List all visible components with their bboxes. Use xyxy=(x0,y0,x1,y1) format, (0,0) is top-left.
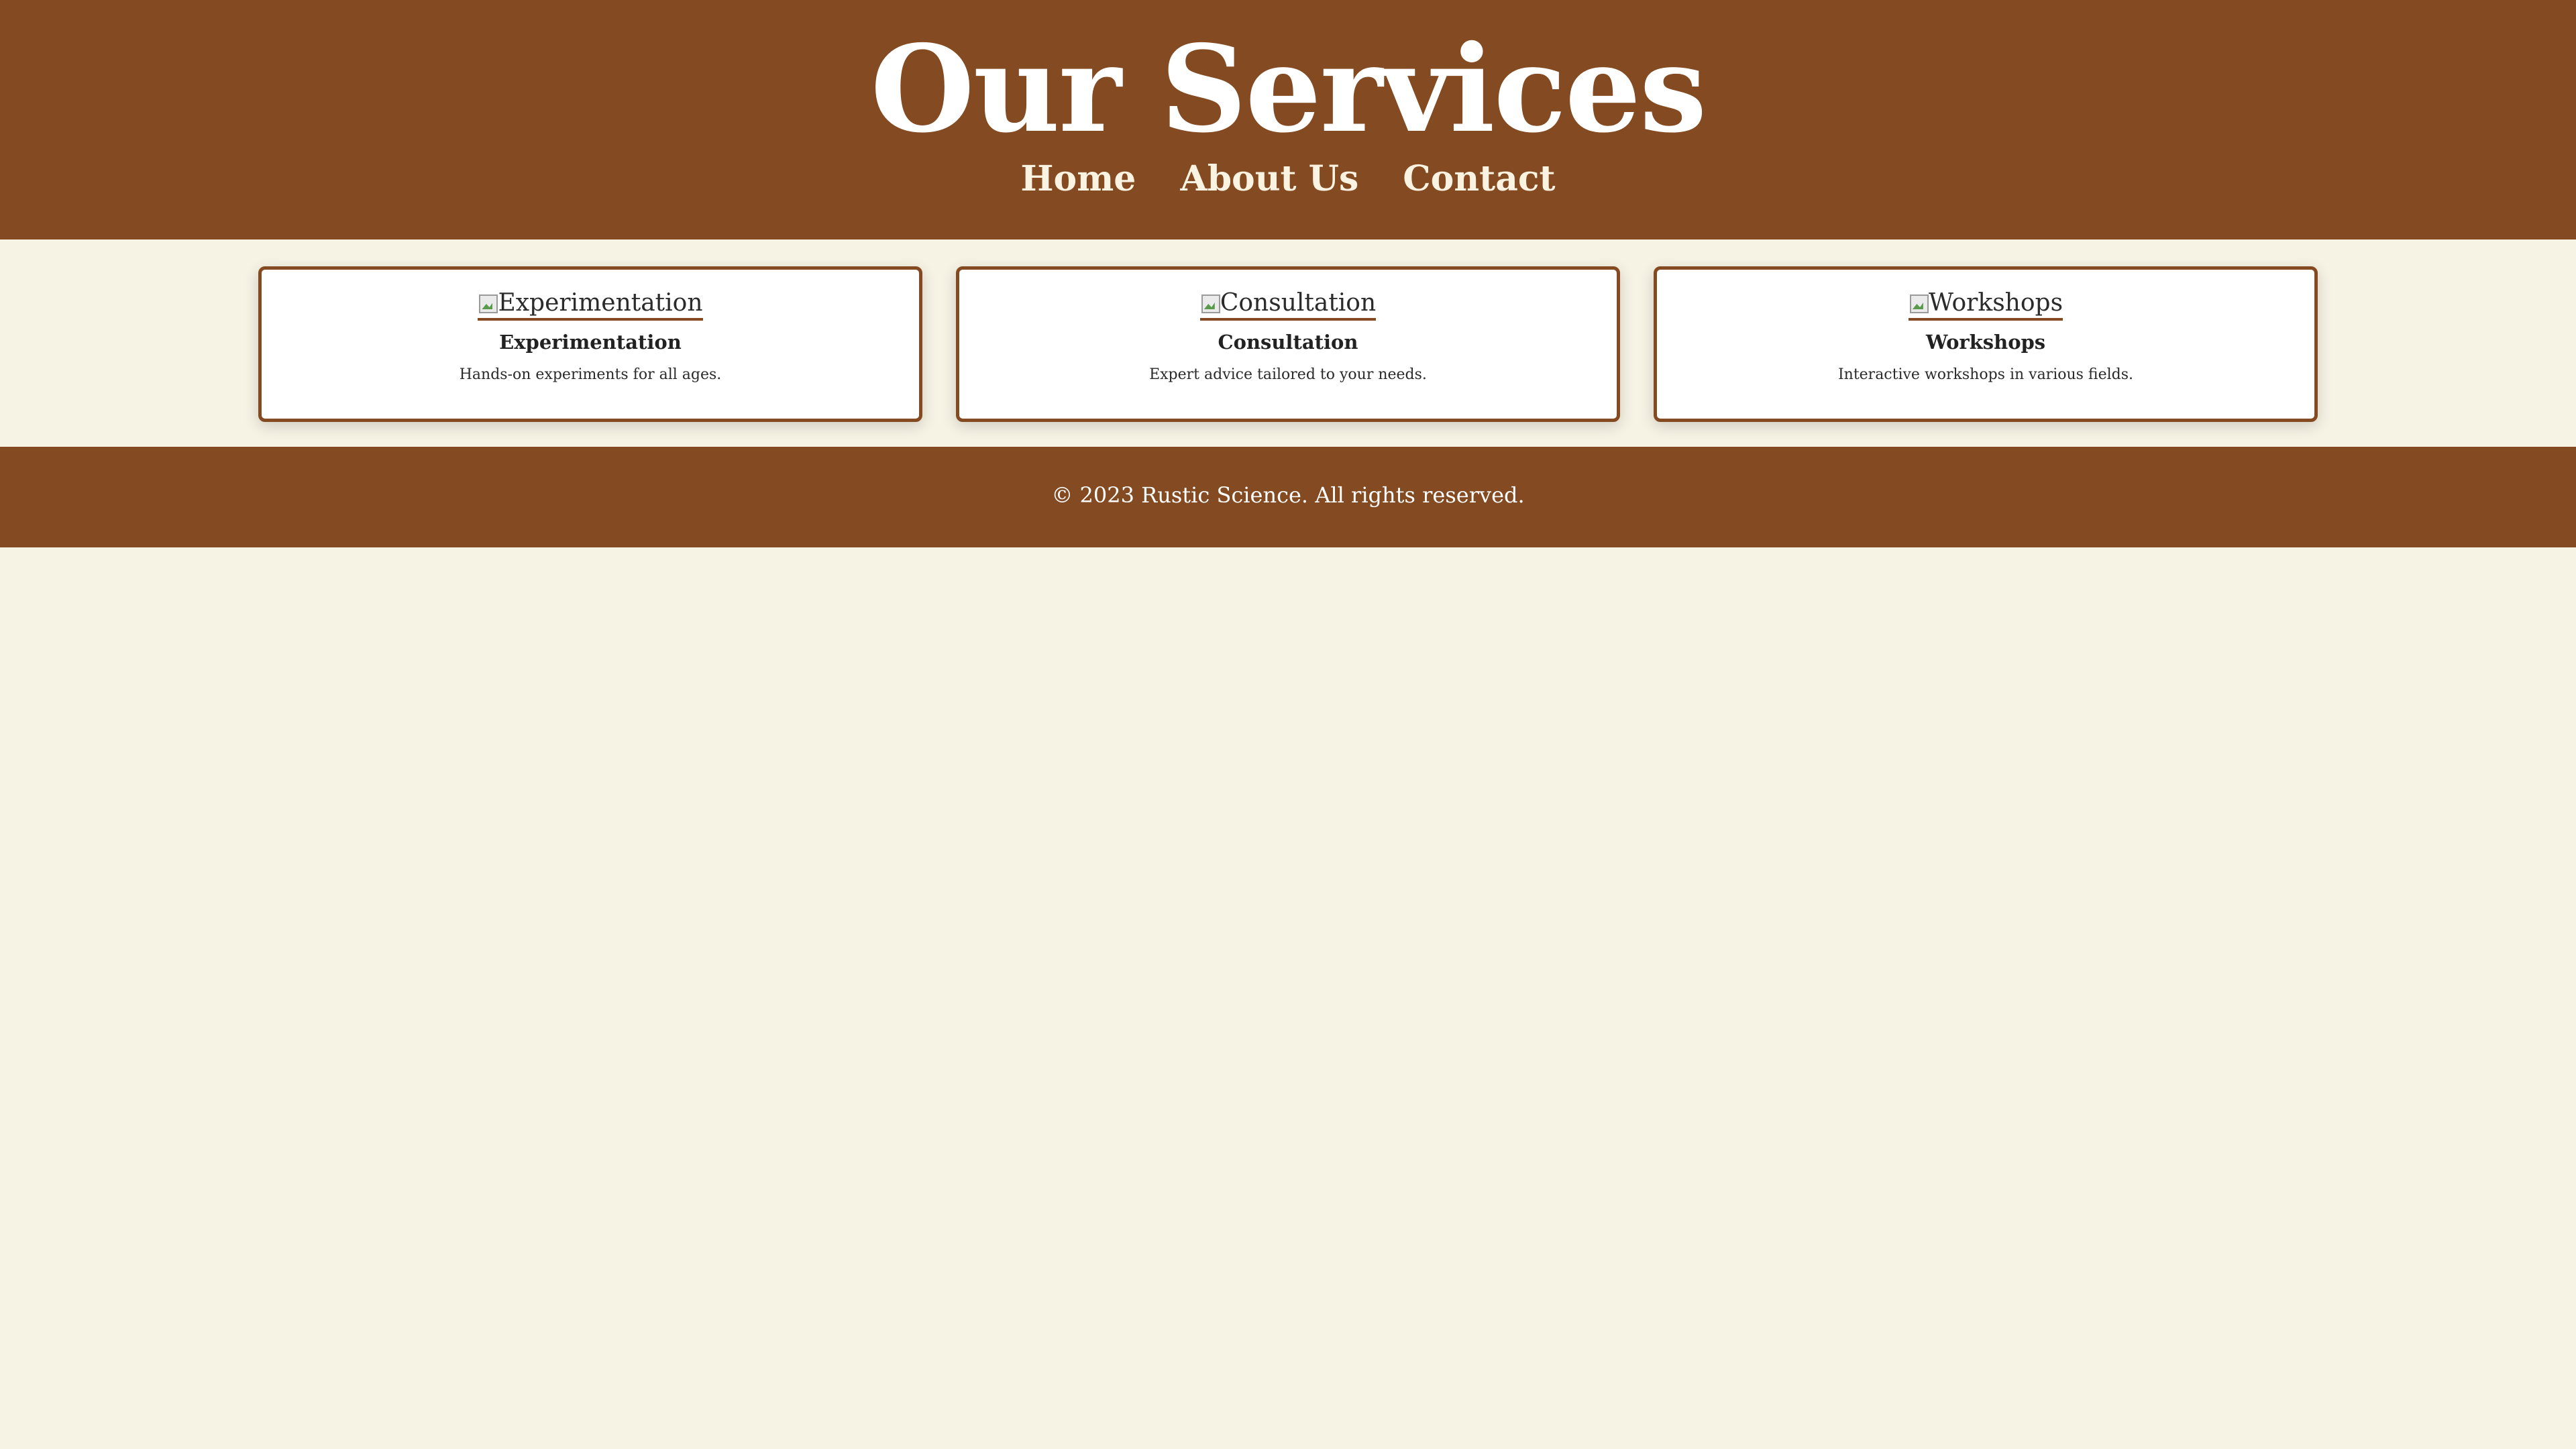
service-card-consultation: Consultation Consultation Expert advice … xyxy=(956,266,1620,422)
nav-link-contact[interactable]: Contact xyxy=(1403,156,1555,203)
page-title: Our Services xyxy=(870,19,1707,159)
service-description: Interactive workshops in various fields. xyxy=(1837,366,2134,383)
nav-link-about-us[interactable]: About Us xyxy=(1180,156,1358,203)
service-title: Consultation xyxy=(1218,331,1358,354)
service-title: Workshops xyxy=(1925,331,2046,354)
service-image-alt-text: Consultation xyxy=(1220,289,1377,317)
service-image-consultation: Consultation xyxy=(959,288,1617,321)
service-description: Expert advice tailored to your needs. xyxy=(1149,366,1427,383)
service-image-alt: Workshops xyxy=(1908,288,2063,321)
service-image-alt-text: Experimentation xyxy=(498,289,703,317)
site-footer: © 2023 Rustic Science. All rights reserv… xyxy=(0,447,2576,547)
service-image-alt: Consultation xyxy=(1199,288,1377,321)
nav-link-home[interactable]: Home xyxy=(1020,156,1136,203)
service-card-workshops: Workshops Workshops Interactive workshop… xyxy=(1654,266,2318,422)
main-nav: Home About Us Contact xyxy=(0,156,2576,203)
service-image-workshops: Workshops xyxy=(1657,288,2314,321)
broken-image-icon xyxy=(1200,293,1220,313)
service-image-alt: Experimentation xyxy=(478,288,703,321)
service-description: Hands-on experiments for all ages. xyxy=(459,366,722,383)
services-section: Experimentation Experimentation Hands-on… xyxy=(0,239,2576,447)
copyright-text: © 2023 Rustic Science. All rights reserv… xyxy=(1051,482,1525,508)
site-header: Our Services Home About Us Contact xyxy=(0,0,2576,239)
service-card-experimentation: Experimentation Experimentation Hands-on… xyxy=(258,266,922,422)
service-image-alt-text: Workshops xyxy=(1928,289,2063,317)
service-title: Experimentation xyxy=(499,331,682,354)
broken-image-icon xyxy=(1909,293,1929,313)
service-image-experimentation: Experimentation xyxy=(262,288,919,321)
broken-image-icon xyxy=(478,293,498,313)
